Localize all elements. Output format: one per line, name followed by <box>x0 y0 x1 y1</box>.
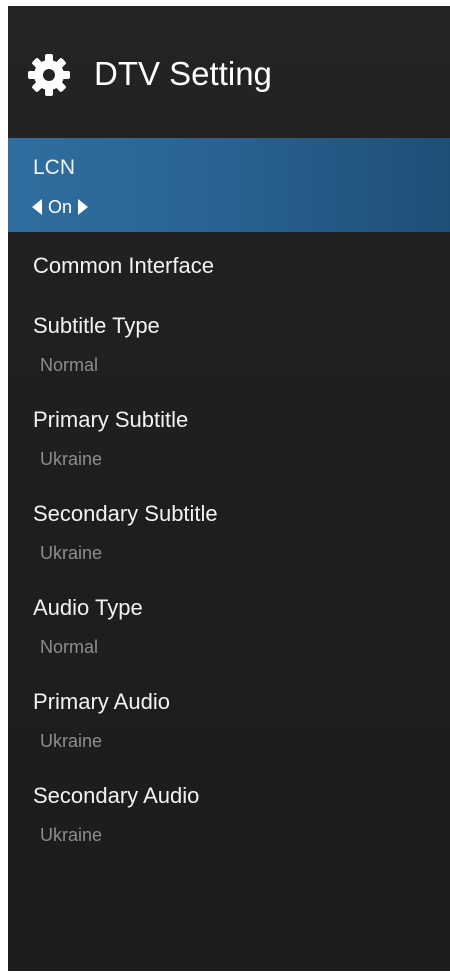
menu-item-secondary-subtitle[interactable]: Secondary Subtitle Ukraine <box>8 486 450 580</box>
menu-item-label: Audio Type <box>33 595 143 620</box>
menu-item-label: Subtitle Type <box>33 313 160 338</box>
menu-item-value: Normal <box>40 637 99 657</box>
lcn-value-selector[interactable]: On <box>32 196 89 218</box>
menu-item-value: Ukraine <box>40 731 103 751</box>
arrow-right-icon[interactable] <box>78 199 89 215</box>
menu-item-subtitle-type[interactable]: Subtitle Type Normal <box>8 298 450 392</box>
gear-icon <box>28 54 70 96</box>
menu-item-secondary-audio[interactable]: Secondary Audio Ukraine <box>8 768 450 862</box>
menu-item-audio-type[interactable]: Audio Type Normal <box>8 580 450 674</box>
menu-item-label: LCN <box>33 156 76 179</box>
dtv-setting-panel: DTV Setting LCN On Common Interface Subt… <box>8 6 450 971</box>
menu-item-primary-audio[interactable]: Primary Audio Ukraine <box>8 674 450 768</box>
menu-item-lcn[interactable]: LCN On <box>8 138 450 232</box>
menu-item-label: Secondary Subtitle <box>33 501 218 526</box>
lcn-value: On <box>48 197 73 217</box>
menu-item-label: Secondary Audio <box>33 783 200 808</box>
menu-item-common-interface[interactable]: Common Interface <box>8 238 450 298</box>
panel-header: DTV Setting <box>8 6 450 138</box>
menu-item-value: Ukraine <box>40 543 103 563</box>
menu-item-label: Common Interface <box>33 253 214 278</box>
menu-item-primary-subtitle[interactable]: Primary Subtitle Ukraine <box>8 392 450 486</box>
arrow-left-icon[interactable] <box>32 199 42 215</box>
menu-item-value: Normal <box>40 355 99 375</box>
settings-menu: LCN On Common Interface Subtitle Type No… <box>8 138 450 862</box>
page-title: DTV Setting <box>94 55 272 92</box>
menu-item-value: Ukraine <box>40 449 103 469</box>
menu-item-label: Primary Audio <box>33 689 170 714</box>
menu-item-value: Ukraine <box>40 825 103 845</box>
menu-item-label: Primary Subtitle <box>33 407 189 432</box>
